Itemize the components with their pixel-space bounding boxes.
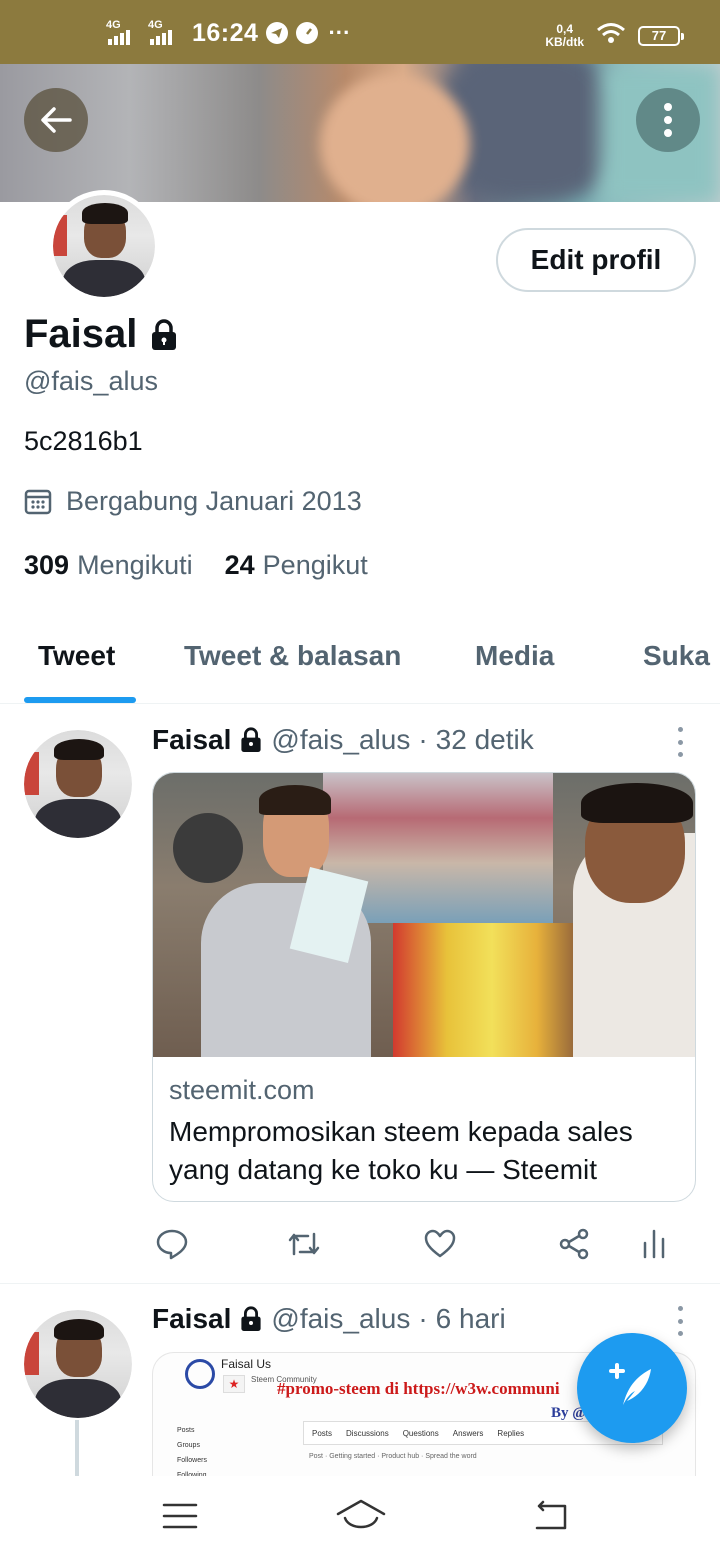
star-icon: ★ — [223, 1375, 245, 1393]
tweet-1-handle: @fais_alus — [271, 724, 411, 755]
arrow-left-icon — [41, 107, 72, 133]
share-icon — [559, 1228, 589, 1260]
tweet-divider — [0, 1283, 720, 1284]
preview-sidebar-item: Groups — [177, 1442, 200, 1449]
join-date-text: Bergabung Januari 2013 — [66, 486, 362, 516]
following-label: Mengikuti — [77, 550, 193, 580]
tweet-1-actions — [152, 1222, 672, 1266]
speed-unit: KB/dtk — [545, 34, 584, 49]
network-speed: 0,4 KB/dtk — [545, 21, 584, 49]
reply-button[interactable] — [154, 1226, 190, 1262]
preview-nav-item: Replies — [497, 1428, 525, 1438]
home-icon — [336, 1499, 386, 1529]
tab-likes[interactable]: Suka — [643, 640, 710, 672]
calendar-icon — [24, 489, 52, 514]
compose-tweet-icon — [609, 1363, 651, 1405]
preview-nav-item: Discussions — [346, 1428, 389, 1438]
preview-sidebar-item: Posts — [177, 1427, 195, 1434]
tweet-2-header: Faisal @fais_alus · 6 hari — [152, 1303, 506, 1335]
tweet-2-name[interactable]: Faisal — [152, 1303, 231, 1335]
profile-banner[interactable] — [0, 64, 720, 202]
preview-nav-item: Posts — [312, 1428, 333, 1438]
menu-icon — [162, 1503, 198, 1529]
lock-icon — [152, 318, 177, 350]
wifi-icon — [596, 22, 626, 49]
edit-profile-button[interactable]: Edit profil — [496, 228, 696, 292]
followers-label: Pengikut — [262, 550, 368, 580]
tweet-1-card-domain: steemit.com — [169, 1075, 315, 1105]
steem-logo-icon — [185, 1359, 215, 1389]
tab-tweet-replies[interactable]: Tweet & balasan — [184, 640, 401, 672]
reply-icon — [156, 1229, 188, 1260]
profile-name: Faisal — [24, 312, 138, 356]
followers-count: 24 — [224, 550, 255, 580]
tweet-2-separator: · — [418, 1303, 428, 1334]
analytics-icon — [643, 1229, 665, 1259]
clock: 16:24 — [192, 18, 259, 47]
heart-icon — [424, 1229, 456, 1258]
compose-tweet-button[interactable] — [577, 1333, 687, 1443]
telegram-notification-icon — [266, 22, 289, 44]
tweet-2-handle: @fais_alus — [271, 1303, 411, 1334]
retweet-icon — [288, 1232, 320, 1256]
active-tab-indicator — [24, 697, 136, 703]
tweet-1-separator: · — [418, 724, 428, 755]
tweet-2-time: 6 hari — [435, 1303, 506, 1334]
tweet-1-link-card[interactable]: steemit.com Mempromosikan steem kepada s… — [152, 772, 696, 1202]
status-bar: 4G 4G 16:24 ··· 0,4 KB/dtk 77 — [0, 0, 720, 64]
join-date: Bergabung Januari 2013 — [24, 486, 362, 517]
like-button[interactable] — [422, 1226, 458, 1262]
following-link[interactable]: 309 Mengikuti — [24, 550, 193, 581]
preview-sidebar-item: Followers — [177, 1457, 207, 1464]
tweet-1-time: 32 detik — [435, 724, 534, 755]
menu-button[interactable] — [160, 1498, 200, 1534]
more-notifications-icon: ··· — [328, 20, 351, 45]
preview-nav-item: Questions — [402, 1428, 439, 1438]
system-navigation-bar — [0, 1476, 720, 1560]
tweet-1-more-icon[interactable] — [670, 727, 690, 757]
followers-link[interactable]: 24 Pengikut — [225, 550, 368, 581]
home-button[interactable] — [334, 1498, 388, 1534]
more-vertical-icon — [664, 103, 672, 137]
tweet-2-avatar[interactable] — [24, 1310, 132, 1418]
preview-user: Faisal Us — [221, 1357, 272, 1371]
back-nav-button[interactable] — [530, 1498, 570, 1534]
profile-avatar[interactable] — [48, 190, 160, 302]
tab-media[interactable]: Media — [475, 640, 554, 672]
preview-promo-text: #promo-steem di https://w3w.communi — [277, 1379, 560, 1398]
tweet-1-avatar[interactable] — [24, 730, 132, 838]
preview-breadcrumb: Post · Getting started · Product hub · S… — [309, 1453, 477, 1460]
follow-stats: 309 Mengikuti 24 Pengikut — [24, 550, 368, 581]
more-options-button[interactable] — [636, 88, 700, 152]
thread-line — [75, 1420, 79, 1476]
back-button[interactable] — [24, 88, 88, 152]
preview-sidebar-item: Following — [177, 1472, 207, 1476]
lock-icon — [241, 727, 261, 752]
back-nav-icon — [535, 1500, 567, 1530]
tweet-1-name[interactable]: Faisal — [152, 724, 231, 756]
speedometer-notification-icon — [296, 22, 319, 44]
tab-tweet[interactable]: Tweet — [38, 640, 115, 672]
signal-1-icon: 4G — [106, 19, 140, 47]
tweet-1-card-image — [153, 773, 695, 1057]
tweet-1-header: Faisal @fais_alus · 32 detik — [152, 724, 534, 756]
profile-name-row: Faisal — [24, 312, 179, 357]
lock-icon — [241, 1306, 261, 1331]
battery-indicator: 77 — [638, 25, 684, 46]
profile-handle: @fais_alus — [24, 366, 158, 396]
preview-sidebar: Posts Groups Followers Following — [177, 1423, 287, 1476]
preview-nav-item: Answers — [452, 1428, 484, 1438]
signal-2-icon: 4G — [148, 19, 182, 47]
share-button[interactable] — [556, 1226, 592, 1262]
tweet-1-card-title: Mempromosikan steem kepada sales yang da… — [169, 1116, 633, 1185]
tweet-2-more-icon[interactable] — [670, 1306, 690, 1336]
analytics-button[interactable] — [636, 1226, 672, 1262]
retweet-button[interactable] — [286, 1226, 322, 1262]
speed-value: 0,4 — [556, 21, 573, 36]
profile-tabs: Tweet Tweet & balasan Media Suka — [0, 620, 720, 704]
profile-bio: 5c2816b1 — [24, 426, 143, 456]
following-count: 309 — [24, 550, 70, 580]
